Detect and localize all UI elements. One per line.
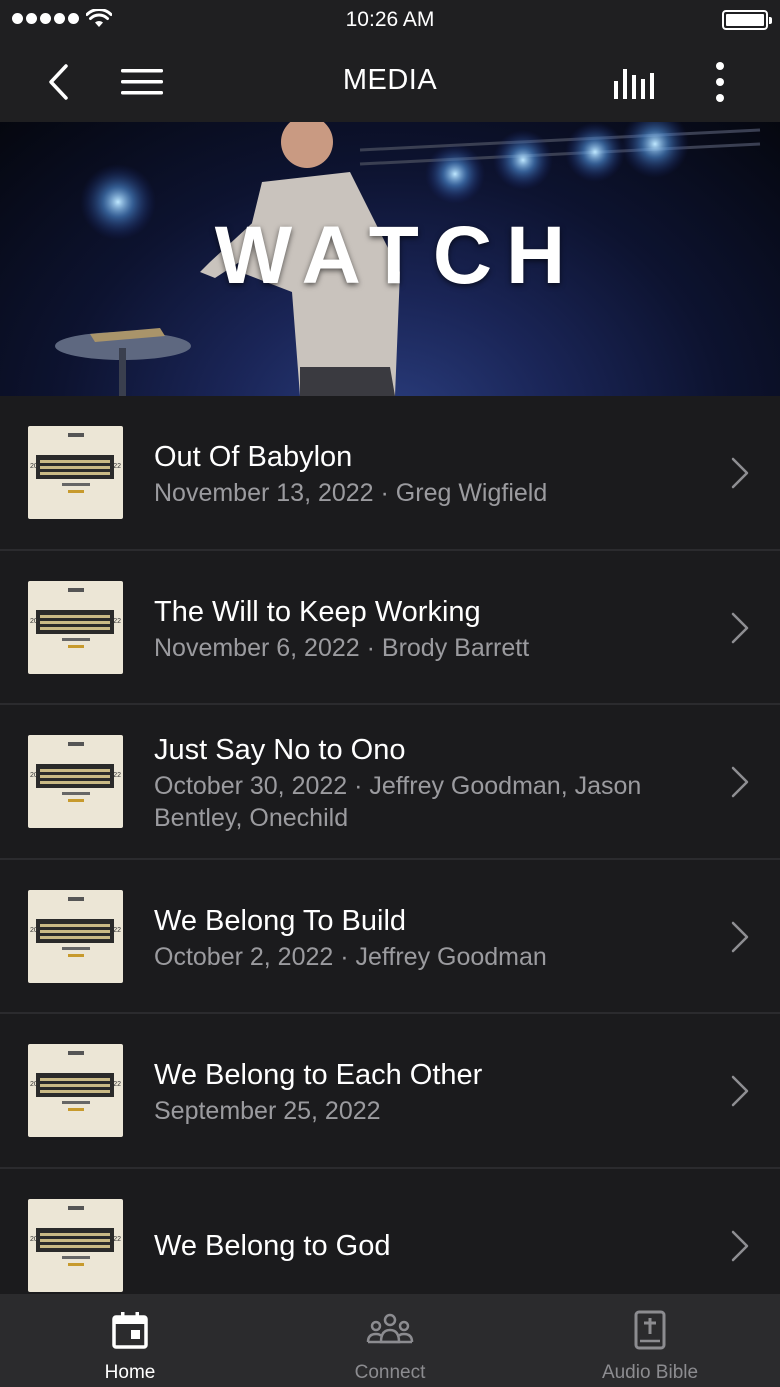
sermon-title: We Belong To Build: [154, 904, 407, 937]
sermon-title: Out Of Babylon: [154, 441, 353, 473]
tab-label: Connect: [354, 1362, 426, 1383]
battery-icon: [722, 10, 772, 30]
list-item[interactable]: 20 22 We Belong to God: [0, 1169, 780, 1295]
hero-title: WATCH: [214, 210, 580, 301]
series-thumbnail: 20 22: [28, 1198, 123, 1292]
list-item[interactable]: 20 22 Out Of Babylon November 13, 2022 · …: [0, 396, 780, 551]
tab-connect[interactable]: Connect: [260, 1294, 520, 1387]
series-thumbnail: 20 22: [28, 889, 123, 983]
calendar-icon: [112, 1312, 148, 1349]
sermon-meta: October 30, 2022 · Jeffrey Goodman, Jaso…: [154, 772, 642, 832]
group-icon: [366, 1313, 414, 1344]
bible-icon: [634, 1310, 666, 1350]
sermon-list: 20 22 Out Of Babylon November 13, 2022 · …: [0, 396, 780, 1294]
chevron-right-icon: [731, 457, 749, 489]
chevron-right-icon: [731, 1230, 749, 1261]
sermon-title: Just Say No to Ono: [154, 734, 406, 766]
list-item[interactable]: 20 22 The Will to Keep Working November 6…: [0, 551, 780, 705]
series-thumbnail: 20 22: [28, 580, 123, 674]
sermon-meta: October 2, 2022 · Jeffrey Goodman: [154, 942, 547, 971]
tab-label: Home: [104, 1362, 156, 1383]
tab-home[interactable]: Home: [0, 1294, 260, 1387]
nav-bar: MEDIA: [0, 40, 780, 122]
more-button[interactable]: [696, 58, 744, 106]
sermon-title: The Will to Keep Working: [154, 595, 481, 628]
tab-bar: Home Connect Audio Bible: [0, 1294, 780, 1387]
audio-bars-icon: [614, 69, 654, 99]
chevron-right-icon: [731, 766, 749, 798]
list-item[interactable]: 20 22 We Belong To Build October 2, 2022 …: [0, 860, 780, 1014]
sermon-meta: November 6, 2022 · Brody Barrett: [154, 633, 530, 662]
series-thumbnail: 20 22: [28, 735, 123, 828]
status-time: 10:26 AM: [345, 8, 435, 31]
tab-label: Audio Bible: [601, 1362, 699, 1383]
page-title: MEDIA: [342, 64, 438, 96]
sermon-meta: September 25, 2022: [154, 1097, 381, 1125]
list-item[interactable]: 20 22 We Belong to Each Other September 2…: [0, 1014, 780, 1169]
list-item[interactable]: 20 22 Just Say No to Ono October 30, 2022…: [0, 705, 780, 860]
sermon-title: We Belong to God: [154, 1229, 391, 1262]
status-bar: 10:26 AM: [0, 0, 780, 40]
series-thumbnail: 20 22: [28, 426, 123, 519]
audio-button[interactable]: [612, 58, 660, 106]
sermon-meta: November 13, 2022 · Greg Wigfield: [154, 479, 548, 507]
hero-banner[interactable]: WATCH: [0, 122, 780, 396]
chevron-right-icon: [731, 612, 749, 643]
series-thumbnail: 20 22: [28, 1044, 123, 1137]
sermon-title: We Belong to Each Other: [154, 1059, 483, 1091]
chevron-right-icon: [731, 1075, 749, 1107]
more-vertical-icon: [716, 62, 724, 102]
chevron-right-icon: [731, 921, 749, 952]
tab-audio-bible[interactable]: Audio Bible: [520, 1294, 780, 1387]
